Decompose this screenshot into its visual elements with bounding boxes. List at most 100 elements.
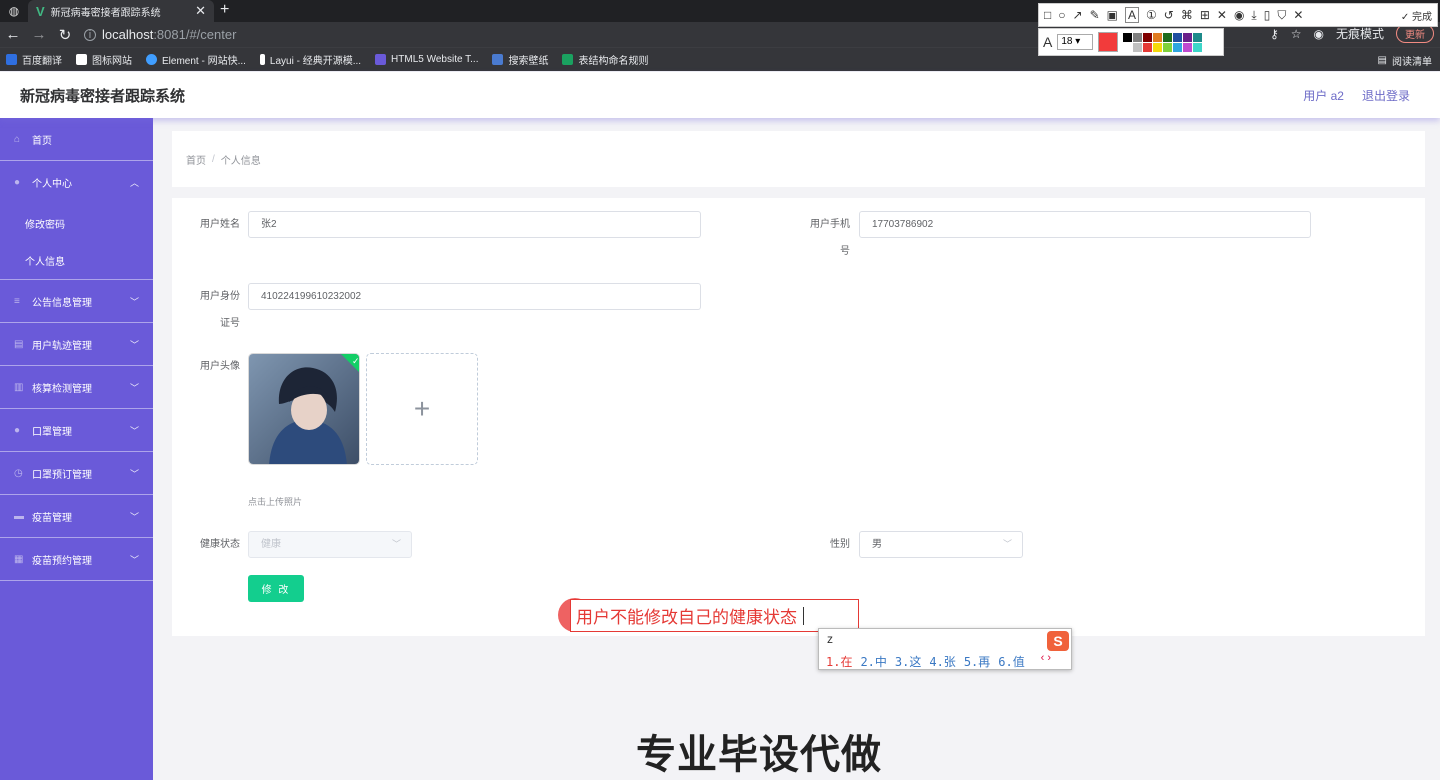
sidebar-item-notice-management[interactable]: ≡ 公告信息管理 ﹀ (0, 280, 153, 323)
download-icon[interactable]: ⤓ (1251, 8, 1256, 23)
submit-button[interactable]: 修 改 (248, 575, 304, 602)
color-swatch[interactable] (1133, 32, 1143, 42)
layui-icon (259, 54, 265, 65)
reload-icon[interactable]: ↻ (52, 26, 78, 44)
current-user: 用户 a2 (1303, 88, 1344, 103)
record-icon[interactable]: ◉ (1234, 8, 1244, 22)
rectangle-icon[interactable]: □ (1044, 8, 1051, 22)
health-value: 健康 (261, 539, 281, 550)
sidebar-item-label: 疫苗预约管理 (32, 555, 92, 567)
ime-page-arrows[interactable]: ‹ › (1041, 652, 1051, 664)
ime-candidate[interactable]: 2.中 (860, 653, 886, 670)
url-field[interactable]: i localhost:8081/#/center (84, 22, 236, 47)
color-swatch[interactable] (1153, 42, 1163, 52)
number-icon[interactable]: ① (1146, 8, 1157, 22)
chart-icon: ▥ (14, 381, 24, 393)
avatar[interactable]: ✓ (248, 353, 360, 465)
color-swatch[interactable] (1183, 42, 1193, 52)
annotation-text-box[interactable]: 用户不能修改自己的健康状态 (570, 599, 859, 632)
sidebar: ⌂ 首页 ● 个人中心 ︿ 修改密码 个人信息 ≡ 公告信息管理 ﹀ ▤ 用户轨迹管理 ﹀ ▥… (0, 118, 153, 780)
tab-close-icon[interactable]: ✕ (195, 3, 206, 19)
color-swatch[interactable] (1123, 32, 1133, 42)
ocr-icon[interactable]: ⊞ (1200, 8, 1210, 22)
ime-candidate[interactable]: 6.值 (998, 653, 1024, 670)
sidebar-item-vaccine-appointment-management[interactable]: ▦ 疫苗预约管理 ﹀ (0, 538, 153, 581)
ime-candidate[interactable]: 5.再 (964, 653, 990, 670)
ime-candidate[interactable]: 1.在 (826, 653, 852, 670)
forward-icon[interactable]: → (26, 26, 52, 43)
bookmark-item[interactable]: 搜索壁纸 (492, 52, 548, 67)
done-button[interactable]: ✓ 完成 (1401, 8, 1432, 23)
color-swatch[interactable] (1193, 32, 1203, 42)
ime-candidate[interactable]: 3.这 (895, 653, 921, 670)
bookmark-item[interactable]: Layui - 经典开源模... (259, 52, 361, 67)
sidebar-item-label: 个人中心 (32, 179, 72, 190)
ellipse-icon[interactable]: ○ (1058, 8, 1065, 22)
bookmark-item[interactable]: 表结构命名规则 (562, 52, 648, 67)
bookmark-label: 百度翻译 (22, 56, 62, 67)
sidebar-item-personal-center[interactable]: ● 个人中心 ︿ (0, 161, 153, 204)
site-info-icon[interactable]: i (84, 28, 96, 41)
mosaic-icon[interactable]: ▣ (1107, 8, 1118, 22)
color-swatch[interactable] (1163, 42, 1173, 52)
phone-input[interactable]: 17703786902 (859, 211, 1311, 238)
current-color-swatch[interactable] (1098, 32, 1119, 52)
font-size-value: 18 (1061, 36, 1073, 47)
color-swatch[interactable] (1163, 32, 1173, 42)
pin-icon[interactable]: ✕ (1217, 8, 1227, 22)
name-input[interactable]: 张2 (248, 211, 701, 238)
arrow-icon[interactable]: ↗ (1073, 8, 1083, 22)
sidebar-item-mask-order-management[interactable]: ◷ 口罩预订管理 ﹀ (0, 452, 153, 495)
sidebar-item-trajectory-management[interactable]: ▤ 用户轨迹管理 ﹀ (0, 323, 153, 366)
bookmark-item[interactable]: HTML5 Website T... (375, 54, 478, 65)
sidebar-subitem-change-password[interactable]: 修改密码 (0, 204, 153, 242)
ime-candidates: 1.在 2.中 3.这 4.张 5.再 6.值 (826, 653, 1025, 670)
color-swatch[interactable] (1153, 32, 1163, 42)
color-swatch[interactable] (1133, 42, 1143, 52)
ime-composition: z (827, 632, 833, 646)
sidebar-item-mask-management[interactable]: ● 口罩管理 ﹀ (0, 409, 153, 452)
upload-button[interactable]: + (366, 353, 478, 465)
back-icon[interactable]: ← (0, 26, 26, 43)
color-swatch[interactable] (1173, 42, 1183, 52)
browser-tab-title: 新冠病毒密接者跟踪系统 (50, 7, 161, 19)
bookmark-item[interactable]: 百度翻译 (6, 52, 62, 67)
sidebar-subitem-personal-info[interactable]: 个人信息 (0, 242, 153, 280)
color-swatch[interactable] (1173, 32, 1183, 42)
sidebar-item-test-management[interactable]: ▥ 核算检测管理 ﹀ (0, 366, 153, 409)
color-swatch[interactable] (1183, 32, 1193, 42)
new-tab-button[interactable]: + (220, 0, 229, 22)
close-icon[interactable]: ✕ (1293, 8, 1303, 22)
chevron-down-icon: ﹀ (391, 539, 401, 549)
grid-icon: ▦ (14, 553, 24, 565)
gender-select[interactable]: 男 ﹀ (859, 531, 1023, 558)
translate-icon[interactable]: ⌘ (1181, 8, 1193, 22)
idcard-input[interactable]: 410224199610232002 (248, 283, 701, 310)
chevron-down-icon: ﹀ (129, 511, 139, 522)
color-swatch[interactable] (1143, 32, 1153, 42)
bookmark-label: HTML5 Website T... (391, 54, 479, 65)
browser-tab-active[interactable]: V 新冠病毒密接者跟踪系统 ✕ (28, 0, 214, 22)
pen-icon[interactable]: ✎ (1090, 8, 1100, 22)
color-swatch[interactable] (1123, 42, 1133, 52)
color-swatch[interactable] (1143, 42, 1153, 52)
reading-list-button[interactable]: ▤ 阅读清单 (1378, 53, 1432, 68)
color-swatch[interactable] (1193, 42, 1203, 52)
chevron-down-icon: ﹀ (129, 468, 139, 479)
ime-candidate[interactable]: 4.张 (929, 653, 955, 670)
sidebar-item-vaccine-management[interactable]: ▬ 疫苗管理 ﹀ (0, 495, 153, 538)
bookmark-save-icon[interactable]: ⛉ (1277, 8, 1286, 23)
key-icon[interactable]: ⚷ (1270, 27, 1279, 41)
bookmark-item[interactable]: Element - 网站快... (146, 52, 246, 67)
sidebar-item-home[interactable]: ⌂ 首页 (0, 118, 153, 161)
text-tool-icon[interactable]: A (1124, 7, 1139, 23)
phone-icon[interactable]: ▯ (1264, 8, 1271, 22)
chevron-up-icon: ︿ (129, 178, 139, 188)
star-icon[interactable]: ☆ (1291, 27, 1302, 41)
breadcrumb-home[interactable]: 首页 (186, 152, 206, 167)
browser-tab-icon[interactable]: ◍ (0, 0, 28, 22)
logout-link[interactable]: 退出登录 (1362, 87, 1410, 104)
font-size-select[interactable]: 18 ▾ (1057, 34, 1094, 50)
bookmark-item[interactable]: 图标网站 (76, 52, 132, 67)
undo-icon[interactable]: ↺ (1164, 8, 1174, 22)
